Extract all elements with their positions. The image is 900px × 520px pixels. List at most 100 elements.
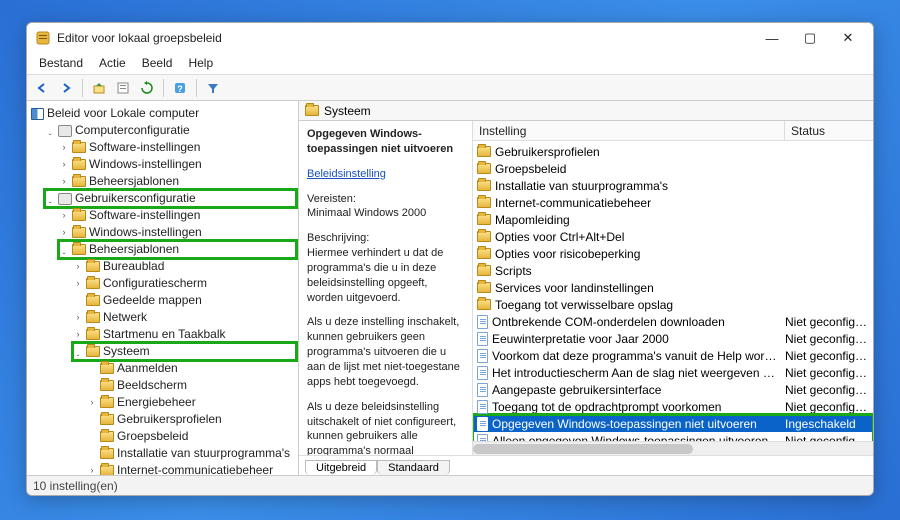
menu-action[interactable]: Actie	[91, 53, 134, 74]
tree-item[interactable]: Groepsbeleid	[87, 428, 296, 445]
tree-item[interactable]: ›Beheersjablonen	[59, 173, 296, 190]
tree-label: Computerconfiguratie	[75, 122, 190, 139]
app-icon	[35, 30, 51, 46]
tab-standard[interactable]: Standaard	[377, 460, 450, 475]
setting-label: Voorkom dat deze programma's vanuit de H…	[492, 349, 781, 363]
tree-item[interactable]: ›Netwerk	[73, 309, 296, 326]
chevron-down-icon: ˬ	[59, 245, 69, 255]
back-button[interactable]	[31, 77, 53, 99]
tree-label: Installatie van stuurprogramma's	[117, 445, 290, 462]
tree-label: Configuratiescherm	[103, 275, 207, 292]
folder-icon	[86, 261, 100, 272]
toolbar: ?	[27, 75, 873, 101]
tree-label: Gedeelde mappen	[103, 292, 202, 309]
list-setting[interactable]: Ontbrekende COM-onderdelen downloadenNie…	[473, 313, 873, 330]
description-label: Beschrijving:	[307, 232, 369, 244]
policy-icon	[31, 108, 44, 120]
folder-icon	[477, 197, 491, 208]
list-folder[interactable]: Groepsbeleid	[473, 160, 873, 177]
menu-file[interactable]: Bestand	[31, 53, 91, 74]
setting-status: Niet geconfigu...	[785, 434, 873, 442]
view-tabs: Uitgebreid Standaard	[299, 455, 873, 475]
edit-policy-link[interactable]: Beleidsinstelling	[307, 167, 464, 182]
folder-icon	[72, 142, 86, 153]
tree-label: Groepsbeleid	[117, 428, 188, 445]
setting-status: Ingeschakeld	[785, 417, 873, 431]
maximize-button[interactable]: ▢	[791, 23, 829, 53]
chevron-right-icon: ›	[59, 228, 69, 238]
minimize-button[interactable]: —	[753, 23, 791, 53]
tree-item[interactable]: Installatie van stuurprogramma's	[87, 445, 296, 462]
list-folder[interactable]: Mapomleiding	[473, 211, 873, 228]
folder-icon	[477, 180, 491, 191]
help-button[interactable]: ?	[169, 77, 191, 99]
folder-icon	[477, 265, 491, 276]
list-setting[interactable]: Toegang tot de opdrachtprompt voorkomenN…	[473, 398, 873, 415]
setting-status: Niet geconfigu...	[785, 383, 873, 397]
tree-label: Beheersjablonen	[89, 173, 179, 190]
column-setting[interactable]: Instelling	[473, 121, 785, 140]
list-folder[interactable]: Toegang tot verwisselbare opslag	[473, 296, 873, 313]
toolbar-separator	[163, 79, 164, 97]
tree-item[interactable]: Gebruikersprofielen	[87, 411, 296, 428]
up-button[interactable]	[88, 77, 110, 99]
horizontal-scrollbar[interactable]	[473, 441, 873, 455]
folder-icon	[86, 278, 100, 289]
menu-help[interactable]: Help	[180, 53, 221, 74]
tree-item[interactable]: › Configuratiescherm	[73, 275, 296, 292]
chevron-right-icon: ›	[59, 160, 69, 170]
tree-item[interactable]: ›Bureaublad	[73, 258, 296, 275]
list-setting[interactable]: Het introductiescherm Aan de slag niet w…	[473, 364, 873, 381]
list-folder[interactable]: Installatie van stuurprogramma's	[473, 177, 873, 194]
list-setting[interactable]: Alleen opgegeven Windows-toepassingen ui…	[473, 432, 873, 441]
refresh-button[interactable]	[136, 77, 158, 99]
tab-extended[interactable]: Uitgebreid	[305, 460, 377, 475]
tree-item[interactable]: › Energiebeheer	[87, 394, 296, 411]
tree-user-config[interactable]: ˬ Gebruikersconfiguratie	[45, 190, 296, 207]
list-setting[interactable]: Opgegeven Windows-toepassingen niet uitv…	[473, 415, 873, 432]
statusbar: 10 instelling(en)	[27, 475, 873, 495]
list-folder[interactable]: Internet-communicatiebeheer	[473, 194, 873, 211]
tree-admin-templates[interactable]: ˬ Beheersjablonen	[59, 241, 296, 258]
forward-button[interactable]	[55, 77, 77, 99]
list-label: Installatie van stuurprogramma's	[495, 179, 781, 193]
description-pane: Opgegeven Windows-toepassingen niet uitv…	[299, 121, 473, 455]
properties-button[interactable]	[112, 77, 134, 99]
chevron-right-icon: ›	[59, 143, 69, 153]
list-folder[interactable]: Opties voor Ctrl+Alt+Del	[473, 228, 873, 245]
list-folder[interactable]: Opties voor risicobeperking	[473, 245, 873, 262]
chevron-right-icon: ›	[87, 398, 97, 408]
tree-item[interactable]: ›Startmenu en Taakbalk	[73, 326, 296, 343]
folder-icon	[477, 299, 491, 310]
list-folder[interactable]: Gebruikersprofielen	[473, 143, 873, 160]
tree-item[interactable]: ›Internet-communicatiebeheer	[87, 462, 296, 475]
folder-icon	[86, 346, 100, 357]
tree-systeem[interactable]: ˬ Systeem	[73, 343, 296, 360]
chevron-right-icon: ›	[73, 279, 83, 289]
tree-item[interactable]: Aanmelden	[87, 360, 296, 377]
list-setting[interactable]: Eeuwinterpretatie voor Jaar 2000Niet gec…	[473, 330, 873, 347]
list-label: Internet-communicatiebeheer	[495, 196, 781, 210]
tree-pane[interactable]: Beleid voor Lokale computer ˬ Computerco…	[27, 101, 299, 475]
list-setting[interactable]: Voorkom dat deze programma's vanuit de H…	[473, 347, 873, 364]
filter-button[interactable]	[202, 77, 224, 99]
close-button[interactable]: ✕	[829, 23, 867, 53]
folder-icon	[477, 146, 491, 157]
tree-item[interactable]: ›Windows-instellingen	[59, 156, 296, 173]
tree-item[interactable]: Gedeelde mappen	[73, 292, 296, 309]
tree-item[interactable]: ›Software-instellingen	[59, 139, 296, 156]
column-status[interactable]: Status	[785, 121, 873, 140]
tree-item[interactable]: Beeldscherm	[87, 377, 296, 394]
list-folder[interactable]: Scripts	[473, 262, 873, 279]
menu-view[interactable]: Beeld	[134, 53, 181, 74]
tree-computer-config[interactable]: ˬ Computerconfiguratie	[45, 122, 296, 139]
tree-label: Energiebeheer	[117, 394, 196, 411]
list-setting[interactable]: Aangepaste gebruikersinterfaceNiet gecon…	[473, 381, 873, 398]
folder-icon	[477, 282, 491, 293]
folder-icon	[100, 380, 114, 391]
folder-icon	[86, 312, 100, 323]
tree-root[interactable]: Beleid voor Lokale computer	[31, 105, 296, 122]
tree-item[interactable]: ›Software-instellingen	[59, 207, 296, 224]
tree-item[interactable]: ›Windows-instellingen	[59, 224, 296, 241]
list-folder[interactable]: Services voor landinstellingen	[473, 279, 873, 296]
